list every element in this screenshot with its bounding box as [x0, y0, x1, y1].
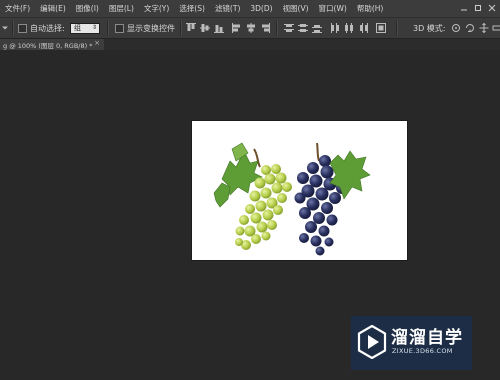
menu-image[interactable]: 图像(I): [71, 3, 104, 14]
document-tab[interactable]: g @ 100% (图层 0, RGB/8) * ×: [0, 39, 104, 50]
auto-select-value: 组: [74, 24, 81, 32]
divider: [12, 21, 14, 35]
minimize-icon[interactable]: [458, 3, 469, 13]
options-bar: 自动选择: 组 ⇕ 显示变换控件 3D 模式:: [0, 18, 500, 39]
distribute-horizontal-centers-icon[interactable]: [344, 23, 354, 33]
close-tab-icon[interactable]: ×: [94, 39, 100, 47]
align-horizontal-centers-icon[interactable]: [246, 23, 256, 33]
menu-help[interactable]: 帮助(H): [352, 3, 389, 14]
3d-pan-icon[interactable]: [479, 23, 489, 33]
close-window-icon[interactable]: [486, 3, 497, 13]
document-tab-bar: g @ 100% (图层 0, RGB/8) * ×: [0, 39, 500, 50]
menu-layer[interactable]: 图层(L): [104, 3, 139, 14]
3d-rotate-icon[interactable]: [451, 23, 461, 33]
auto-select-label: 自动选择:: [30, 23, 65, 33]
document-canvas[interactable]: [192, 121, 407, 260]
divider: [396, 21, 398, 35]
menu-edit[interactable]: 编辑(E): [35, 3, 71, 14]
3d-roll-icon[interactable]: [465, 23, 475, 33]
3d-mode-label: 3D 模式:: [413, 23, 446, 33]
distribute-right-icon[interactable]: [358, 23, 368, 33]
play-logo-icon: [357, 325, 387, 359]
auto-select-checkbox[interactable]: [18, 23, 27, 33]
align-top-edges-icon[interactable]: [186, 23, 196, 33]
auto-select-option[interactable]: 自动选择:: [18, 18, 65, 38]
maximize-icon[interactable]: [472, 3, 483, 13]
show-transform-checkbox[interactable]: [115, 23, 124, 33]
menu-bar: 文件(F) 编辑(E) 图像(I) 图层(L) 文字(Y) 选择(S) 滤镜(T…: [0, 0, 500, 18]
document-tab-title: g @ 100% (图层 0, RGB/8) *: [3, 41, 93, 50]
menu-3d[interactable]: 3D(D): [245, 4, 277, 13]
menu-filter[interactable]: 滤镜(T): [210, 3, 245, 14]
watermark-logo: 溜溜自学 ZIXUE.3D66.COM: [351, 316, 472, 370]
tool-preset-chevron-icon[interactable]: [2, 18, 8, 38]
menu-view[interactable]: 视图(V): [278, 3, 314, 14]
show-transform-option[interactable]: 显示变换控件: [115, 18, 175, 38]
divider: [107, 21, 109, 35]
distribute-bottom-icon[interactable]: [312, 23, 322, 33]
align-vertical-centers-icon[interactable]: [200, 23, 210, 33]
watermark-brand: 溜溜自学: [391, 328, 463, 348]
align-bottom-edges-icon[interactable]: [214, 23, 224, 33]
align-right-edges-icon[interactable]: [260, 23, 270, 33]
show-transform-label: 显示变换控件: [127, 23, 175, 33]
menu-window[interactable]: 窗口(W): [314, 3, 352, 14]
divider: [276, 21, 278, 35]
grapes-image: [213, 142, 371, 256]
dropdown-arrow-icon: ⇕: [91, 23, 97, 31]
menu-select[interactable]: 选择(S): [174, 3, 210, 14]
auto-align-layers-icon[interactable]: [376, 23, 386, 33]
3d-slide-icon[interactable]: [492, 23, 500, 33]
menu-file[interactable]: 文件(F): [0, 3, 35, 14]
menu-type[interactable]: 文字(Y): [139, 3, 174, 14]
align-left-edges-icon[interactable]: [232, 23, 242, 33]
distribute-top-icon[interactable]: [284, 23, 294, 33]
watermark-url: ZIXUE.3D66.COM: [392, 347, 453, 355]
distribute-left-icon[interactable]: [330, 23, 340, 33]
distribute-vertical-centers-icon[interactable]: [298, 23, 308, 33]
divider: [180, 21, 182, 35]
auto-select-dropdown[interactable]: 组 ⇕: [70, 18, 100, 38]
